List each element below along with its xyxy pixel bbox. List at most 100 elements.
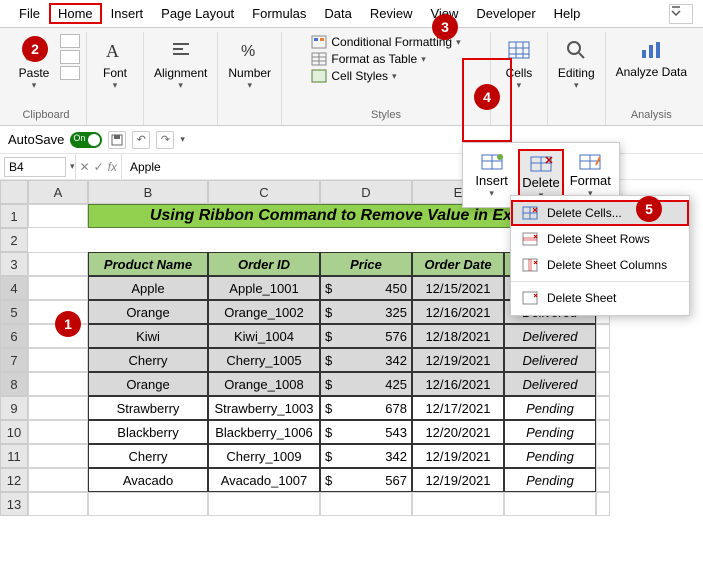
tab-help[interactable]: Help — [545, 3, 590, 24]
save-icon[interactable] — [108, 131, 126, 149]
cell-date[interactable]: 12/16/2021 — [412, 372, 504, 396]
cell-A9[interactable] — [28, 396, 88, 420]
cell-A10[interactable] — [28, 420, 88, 444]
cell-product[interactable]: Cherry — [88, 444, 208, 468]
cell-price[interactable]: $576 — [320, 324, 412, 348]
cell-date[interactable]: 12/18/2021 — [412, 324, 504, 348]
row-hdr-8[interactable]: 8 — [0, 372, 28, 396]
row-hdr-2[interactable]: 2 — [0, 228, 28, 252]
cell-order[interactable]: Blackberry_1006 — [208, 420, 320, 444]
row-hdr-1[interactable]: 1 — [0, 204, 28, 228]
redo-icon[interactable]: ↷ — [156, 131, 174, 149]
cell-status[interactable]: Pending — [504, 420, 596, 444]
cell-product[interactable]: Cherry — [88, 348, 208, 372]
cell-date[interactable]: 12/19/2021 — [412, 468, 504, 492]
cell-price[interactable]: $342 — [320, 444, 412, 468]
cell-product[interactable]: Orange — [88, 372, 208, 396]
col-C[interactable]: C — [208, 180, 320, 204]
confirm-icon[interactable]: ✓ — [94, 160, 104, 174]
cell-order[interactable]: Orange_1008 — [208, 372, 320, 396]
cell-product[interactable]: Apple — [88, 276, 208, 300]
format-as-table-button[interactable]: Format as Table ▾ — [309, 51, 462, 67]
tab-home[interactable]: Home — [49, 3, 102, 24]
cancel-icon[interactable]: ✕ — [80, 160, 90, 174]
row-hdr-3[interactable]: 3 — [0, 252, 28, 276]
cell-price[interactable]: $325 — [320, 300, 412, 324]
popup-insert-button[interactable]: Insert ▾ — [469, 149, 515, 205]
cell-order[interactable]: Strawberry_1003 — [208, 396, 320, 420]
cell-date[interactable]: 12/17/2021 — [412, 396, 504, 420]
tab-insert[interactable]: Insert — [102, 3, 153, 24]
row-hdr-4[interactable]: 4 — [0, 276, 28, 300]
tab-formulas[interactable]: Formulas — [243, 3, 315, 24]
cell-product[interactable]: Kiwi — [88, 324, 208, 348]
autosave-toggle[interactable]: On — [70, 132, 102, 148]
qat-more-icon[interactable]: ▾ — [180, 134, 185, 145]
col-A[interactable]: A — [28, 180, 88, 204]
cell-price[interactable]: $342 — [320, 348, 412, 372]
cell-status[interactable]: Delivered — [504, 372, 596, 396]
cell-date[interactable]: 12/16/2021 — [412, 300, 504, 324]
cell-price[interactable]: $567 — [320, 468, 412, 492]
copy-icon[interactable] — [60, 50, 80, 64]
tab-review[interactable]: Review — [361, 3, 422, 24]
col-B[interactable]: B — [88, 180, 208, 204]
row-hdr-10[interactable]: 10 — [0, 420, 28, 444]
cell-price[interactable]: $450 — [320, 276, 412, 300]
number-button[interactable]: % Number ▾ — [224, 34, 275, 93]
tab-page-layout[interactable]: Page Layout — [152, 3, 243, 24]
hdr-order[interactable]: Order ID — [208, 252, 320, 276]
hdr-date[interactable]: Order Date — [412, 252, 504, 276]
cell-A4[interactable] — [28, 276, 88, 300]
select-all-corner[interactable] — [0, 180, 28, 204]
cell-product[interactable]: Avacado — [88, 468, 208, 492]
cell-date[interactable]: 12/19/2021 — [412, 444, 504, 468]
cell-product[interactable]: Blackberry — [88, 420, 208, 444]
cell-status[interactable]: Pending — [504, 468, 596, 492]
cell-price[interactable]: $543 — [320, 420, 412, 444]
format-painter-icon[interactable] — [60, 66, 80, 80]
delete-sheet-item[interactable]: Delete Sheet — [511, 285, 689, 311]
tab-data[interactable]: Data — [315, 3, 360, 24]
cell-price[interactable]: $425 — [320, 372, 412, 396]
cell-styles-button[interactable]: Cell Styles ▾ — [309, 68, 462, 84]
cell-A3[interactable] — [28, 252, 88, 276]
cell-status[interactable]: Pending — [504, 396, 596, 420]
name-box[interactable] — [4, 157, 66, 177]
hdr-product[interactable]: Product Name — [88, 252, 208, 276]
row-hdr-11[interactable]: 11 — [0, 444, 28, 468]
cell-status[interactable]: Pending — [504, 444, 596, 468]
cell-order[interactable]: Cherry_1009 — [208, 444, 320, 468]
cell-A7[interactable] — [28, 348, 88, 372]
cell-order[interactable]: Apple_1001 — [208, 276, 320, 300]
collapse-ribbon-icon[interactable] — [669, 4, 693, 24]
cell-product[interactable]: Strawberry — [88, 396, 208, 420]
cell-date[interactable]: 12/20/2021 — [412, 420, 504, 444]
fx-icon[interactable]: fx — [108, 160, 117, 174]
row-hdr-7[interactable]: 7 — [0, 348, 28, 372]
cell-status[interactable]: Delivered — [504, 324, 596, 348]
cell-A12[interactable] — [28, 468, 88, 492]
tab-developer[interactable]: Developer — [467, 3, 544, 24]
cell-order[interactable]: Cherry_1005 — [208, 348, 320, 372]
cell-status[interactable]: Delivered — [504, 348, 596, 372]
cut-icon[interactable] — [60, 34, 80, 48]
row-hdr-6[interactable]: 6 — [0, 324, 28, 348]
cell-date[interactable]: 12/15/2021 — [412, 276, 504, 300]
analyze-data-button[interactable]: Analyze Data — [612, 34, 691, 81]
cell-A1[interactable] — [28, 204, 88, 228]
cells-button[interactable]: Cells ▾ — [497, 34, 541, 93]
row-hdr-5[interactable]: 5 — [0, 300, 28, 324]
delete-cols-item[interactable]: Delete Sheet Columns — [511, 252, 689, 278]
cell-price[interactable]: $678 — [320, 396, 412, 420]
alignment-button[interactable]: Alignment ▾ — [150, 34, 211, 93]
editing-button[interactable]: Editing ▾ — [554, 34, 599, 93]
delete-cells-item[interactable]: Delete Cells... — [511, 200, 689, 226]
tab-file[interactable]: File — [10, 3, 49, 24]
cell-product[interactable]: Orange — [88, 300, 208, 324]
row-hdr-13[interactable]: 13 — [0, 492, 28, 516]
font-button[interactable]: A Font ▾ — [93, 34, 137, 93]
row-hdr-9[interactable]: 9 — [0, 396, 28, 420]
cell-order[interactable]: Orange_1002 — [208, 300, 320, 324]
cell-order[interactable]: Avacado_1007 — [208, 468, 320, 492]
